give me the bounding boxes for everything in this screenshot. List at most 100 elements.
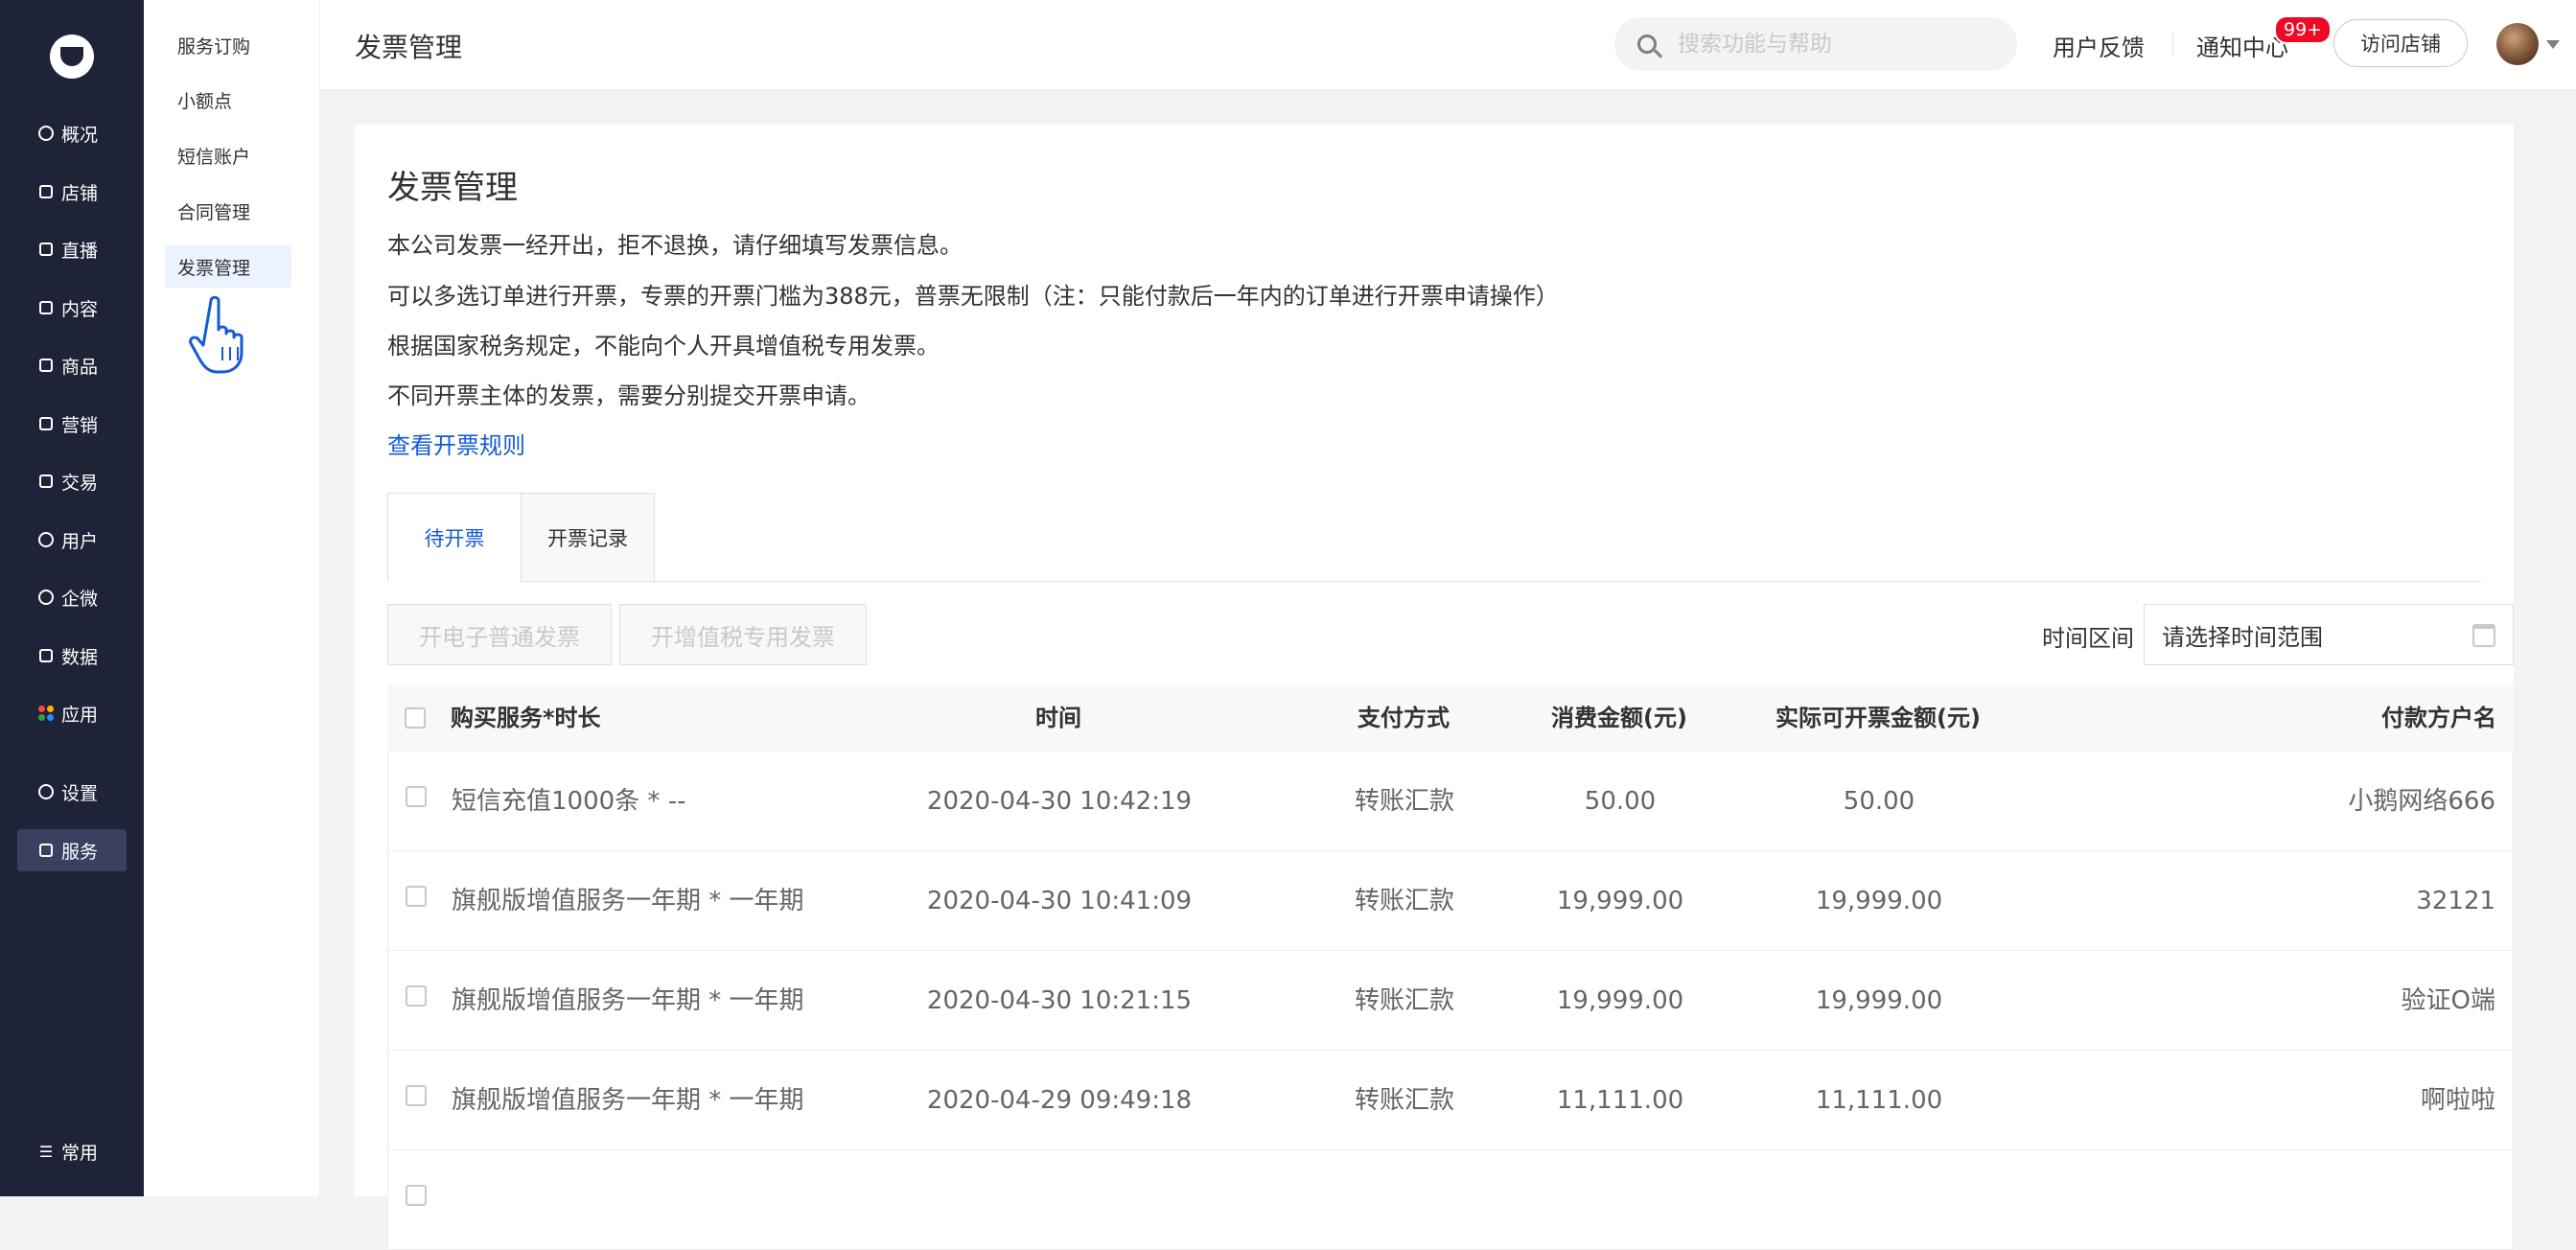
chevron-down-icon[interactable] bbox=[2546, 40, 2560, 49]
top-bar: 发票管理 用户反馈 通知中心 99+ 访问店铺 bbox=[320, 0, 2576, 90]
notice-line: 可以多选订单进行开票，专票的开票门槛为388元，普票无限制（注：只能付款后一年内… bbox=[387, 283, 1559, 310]
nav-item-store[interactable]: 店铺 bbox=[17, 171, 127, 213]
nav-item-label: 用户 bbox=[61, 530, 99, 552]
time-range-label: 时间区间 bbox=[2042, 625, 2134, 652]
nav-item-label: 内容 bbox=[61, 298, 99, 320]
subnav-item-small-points[interactable]: 小额点 bbox=[165, 79, 291, 121]
nav-item-common[interactable]: ☰ 常用 bbox=[17, 1130, 127, 1172]
feedback-link[interactable]: 用户反馈 bbox=[2053, 29, 2145, 62]
column-header: 付款方户名 bbox=[2381, 705, 2496, 731]
notice-line: 不同开票主体的发票，需要分别提交开票申请。 bbox=[387, 382, 870, 409]
invoice-card: 发票管理 本公司发票一经开出，拒不退换，请仔细填写发票信息。 可以多选订单进行开… bbox=[355, 125, 2514, 1250]
row-checkbox[interactable] bbox=[406, 886, 427, 907]
subnav-item-invoice[interactable]: 发票管理 bbox=[165, 245, 291, 288]
service-cell: 短信充值1000条 * -- bbox=[452, 787, 686, 816]
nav-item-service[interactable]: 服务 bbox=[17, 829, 127, 871]
nav-item-transaction[interactable]: 交易 bbox=[17, 460, 127, 502]
nav-item-wecom[interactable]: 企微 bbox=[17, 576, 127, 618]
column-header: 支付方式 bbox=[1358, 705, 1450, 731]
service-cell: 旗舰版增值服务一年期 * 一年期 bbox=[452, 887, 804, 915]
time-cell: 2020-04-30 10:42:19 bbox=[926, 787, 1193, 816]
row-checkbox[interactable] bbox=[406, 1185, 427, 1206]
nav-item-label: 直播 bbox=[61, 240, 99, 262]
nav-item-overview[interactable]: 概况 bbox=[17, 112, 127, 154]
divider bbox=[2172, 33, 2173, 56]
notice-line: 根据国家税务规定，不能向个人开具增值税专用发票。 bbox=[387, 333, 940, 359]
select-all-checkbox[interactable] bbox=[405, 707, 426, 729]
nav-item-live[interactable]: 直播 bbox=[17, 228, 127, 270]
table-row[interactable]: 旗舰版增值服务一年期 * 一年期 2020-04-30 10:41:09 转账汇… bbox=[387, 851, 2514, 951]
transaction-icon bbox=[36, 472, 56, 491]
payer-name-cell: 验证O端 bbox=[2401, 986, 2495, 1015]
nav-item-goods[interactable]: 商品 bbox=[17, 344, 127, 386]
column-header: 购买服务*时长 bbox=[451, 705, 601, 731]
payer-name-cell: 小鹅网络666 bbox=[2348, 787, 2495, 816]
nav-item-user[interactable]: 用户 bbox=[17, 519, 127, 561]
service-cell: 旗舰版增值服务一年期 * 一年期 bbox=[452, 1086, 804, 1115]
table-row[interactable] bbox=[387, 1150, 2514, 1250]
divider bbox=[387, 581, 2481, 582]
avatar[interactable] bbox=[2496, 23, 2539, 65]
nav-item-apps[interactable]: 应用 bbox=[17, 692, 127, 734]
table-row[interactable]: 短信充值1000条 * -- 2020-04-30 10:42:19 转账汇款 … bbox=[387, 752, 2514, 851]
page-title: 发票管理 bbox=[355, 32, 463, 63]
tab-records[interactable]: 开票记录 bbox=[521, 493, 655, 582]
row-checkbox[interactable] bbox=[406, 1085, 427, 1106]
nav-item-settings[interactable]: 设置 bbox=[17, 771, 127, 813]
gear-icon bbox=[36, 782, 56, 801]
nav-item-label: 数据 bbox=[61, 646, 99, 668]
nav-item-label: 商品 bbox=[61, 356, 99, 378]
time-range-picker[interactable]: 请选择时间范围 bbox=[2144, 604, 2514, 665]
nav-item-content[interactable]: 内容 bbox=[17, 287, 127, 329]
invoice-rules-link[interactable]: 查看开票规则 bbox=[387, 427, 525, 460]
amount-cell: 19,999.00 bbox=[1556, 887, 1684, 915]
row-checkbox[interactable] bbox=[406, 786, 427, 807]
wecom-icon bbox=[36, 588, 56, 607]
nav-item-label: 服务 bbox=[61, 841, 99, 863]
user-icon bbox=[36, 530, 56, 549]
column-header: 消费金额(元) bbox=[1551, 705, 1687, 731]
nav-item-label: 常用 bbox=[61, 1142, 99, 1164]
secondary-sidebar: 服务订购 小额点 短信账户 合同管理 发票管理 bbox=[144, 0, 320, 1196]
goods-icon bbox=[36, 356, 56, 375]
amount-cell: 19,999.00 bbox=[1556, 986, 1684, 1015]
amount-cell: 50.00 bbox=[1584, 787, 1657, 816]
tab-pending[interactable]: 待开票 bbox=[387, 493, 522, 582]
invoiceable-amount-cell: 19,999.00 bbox=[1815, 887, 1943, 915]
nav-item-label: 营销 bbox=[61, 414, 99, 436]
nav-item-label: 应用 bbox=[61, 704, 99, 726]
time-cell: 2020-04-29 09:49:18 bbox=[926, 1086, 1193, 1115]
column-header: 实际可开票金额(元) bbox=[1775, 705, 1981, 731]
payment-method-cell: 转账汇款 bbox=[1354, 887, 1454, 915]
invoiceable-amount-cell: 19,999.00 bbox=[1815, 986, 1943, 1015]
card-title: 发票管理 bbox=[387, 169, 518, 207]
table-row[interactable]: 旗舰版增值服务一年期 * 一年期 2020-04-30 10:21:15 转账汇… bbox=[387, 951, 2514, 1051]
time-cell: 2020-04-30 10:41:09 bbox=[926, 887, 1193, 915]
invoiceable-amount-cell: 50.00 bbox=[1843, 787, 1915, 816]
search-input[interactable] bbox=[1676, 31, 1996, 58]
subnav-item-service-order[interactable]: 服务订购 bbox=[165, 24, 291, 66]
document-icon bbox=[36, 298, 56, 317]
table-row[interactable]: 旗舰版增值服务一年期 * 一年期 2020-04-29 09:49:18 转账汇… bbox=[387, 1051, 2514, 1150]
visit-store-button[interactable]: 访问店铺 bbox=[2333, 19, 2468, 67]
issue-vat-invoice-button[interactable]: 开增值税专用发票 bbox=[619, 604, 867, 665]
row-checkbox[interactable] bbox=[406, 985, 427, 1007]
pie-chart-icon bbox=[36, 124, 56, 143]
subnav-item-sms-account[interactable]: 短信账户 bbox=[165, 134, 291, 176]
service-icon bbox=[36, 841, 56, 860]
issue-normal-invoice-button[interactable]: 开电子普通发票 bbox=[387, 604, 612, 665]
megaphone-icon bbox=[36, 414, 56, 433]
search-box[interactable] bbox=[1614, 17, 2017, 71]
time-range-placeholder: 请选择时间范围 bbox=[2162, 623, 2323, 651]
data-icon bbox=[36, 646, 56, 665]
primary-sidebar: 概况 店铺 直播 内容 商品 营销 交易 用户 企微 数据 应用 设置 服务 ☰… bbox=[0, 0, 144, 1196]
payment-method-cell: 转账汇款 bbox=[1354, 1086, 1454, 1115]
invoiceable-amount-cell: 11,111.00 bbox=[1815, 1086, 1943, 1115]
payment-method-cell: 转账汇款 bbox=[1354, 787, 1454, 816]
subnav-item-contract[interactable]: 合同管理 bbox=[165, 190, 291, 232]
app-logo[interactable] bbox=[50, 35, 94, 79]
nav-item-data[interactable]: 数据 bbox=[17, 635, 127, 677]
nav-item-marketing[interactable]: 营销 bbox=[17, 403, 127, 445]
nav-item-label: 企微 bbox=[61, 588, 99, 610]
payer-name-cell: 32121 bbox=[2416, 887, 2495, 915]
